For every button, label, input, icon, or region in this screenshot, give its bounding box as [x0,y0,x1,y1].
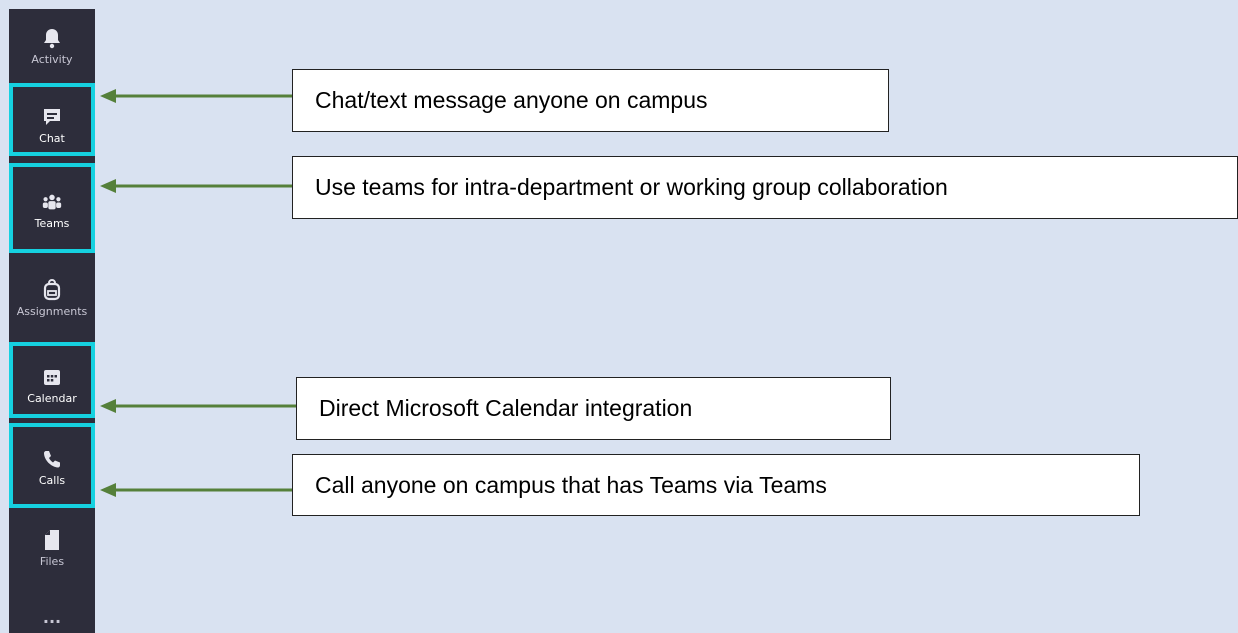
callout-calls-text: Call anyone on campus that has Teams via… [315,471,827,498]
teams-highlight [9,163,95,253]
calls-highlight [9,423,95,508]
rail-item-files[interactable]: Files [9,517,95,579]
callout-teams: Use teams for intra-department or workin… [292,156,1238,219]
arrow-to-calls [100,483,294,497]
rail-item-assignments[interactable]: Assignments [9,267,95,329]
file-icon [41,529,63,551]
callout-chat: Chat/text message anyone on campus [292,69,889,132]
arrow-to-calendar [100,399,298,413]
bell-icon [41,27,63,49]
rail-item-more[interactable]: ... [9,605,95,629]
arrow-to-teams [100,179,296,193]
calendar-highlight [9,342,95,418]
callout-teams-text: Use teams for intra-department or workin… [315,174,948,200]
chat-highlight [9,83,95,156]
backpack-icon [41,278,63,301]
arrow-to-chat [100,89,296,103]
callout-chat-text: Chat/text message anyone on campus [315,87,708,113]
rail-item-label: Files [39,554,65,568]
callout-calendar: Direct Microsoft Calendar integration [296,377,891,440]
rail-item-label: Activity [31,52,73,66]
more-icon[interactable]: ... [43,608,61,627]
callout-calendar-text: Direct Microsoft Calendar integration [319,395,693,421]
callout-calls: Call anyone on campus that has Teams via… [292,454,1140,516]
rail-item-label: Assignments [16,304,88,318]
rail-item-activity[interactable]: Activity [9,15,95,77]
